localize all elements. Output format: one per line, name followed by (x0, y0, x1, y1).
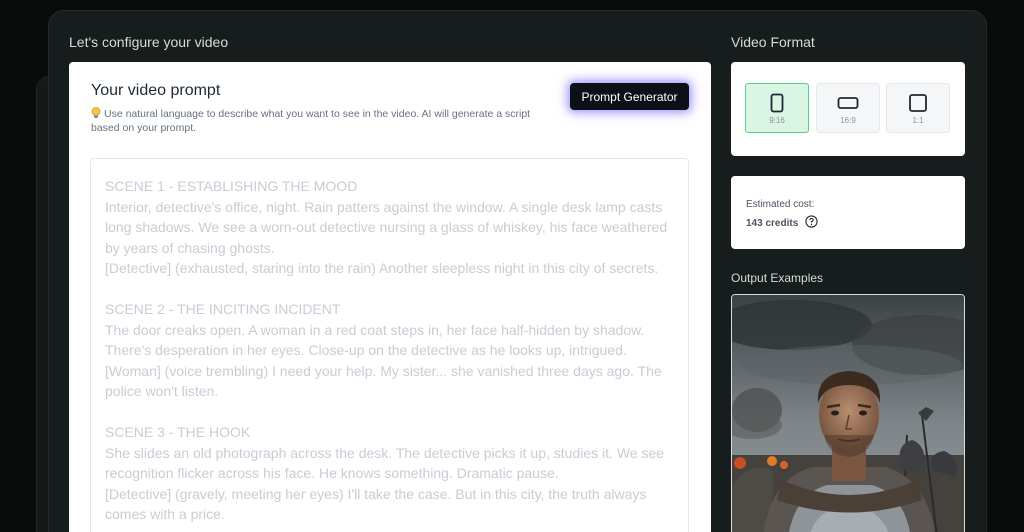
square-icon (909, 94, 927, 112)
format-label: 9:16 (769, 116, 785, 125)
prompt-heading: Your video prompt (91, 82, 221, 99)
prompt-textarea[interactable]: SCENE 1 - ESTABLISHING THE MOOD Interior… (90, 158, 689, 532)
lightbulb-icon (91, 107, 101, 119)
page-title: Let's configure your video (69, 34, 229, 50)
output-example-image[interactable] (731, 294, 965, 532)
video-format-title: Video Format (731, 34, 815, 50)
format-label: 16:9 (840, 116, 856, 125)
prompt-card: Your video prompt Use natural language t… (69, 62, 711, 532)
format-label: 1:1 (912, 116, 924, 125)
landscape-icon (837, 97, 859, 109)
prompt-generator-button[interactable]: Prompt Generator (570, 83, 689, 110)
output-examples-title: Output Examples (731, 271, 824, 285)
cost-value: 143 credits (746, 217, 799, 229)
format-option-16-9[interactable]: 16:9 (816, 83, 880, 133)
format-option-1-1[interactable]: 1:1 (886, 83, 950, 133)
help-icon[interactable] (805, 215, 818, 231)
video-format-card: 9:16 16:9 1:1 (731, 62, 965, 156)
prompt-hint-text: Use natural language to describe what yo… (91, 108, 531, 134)
prompt-text[interactable]: SCENE 1 - ESTABLISHING THE MOOD Interior… (91, 159, 688, 525)
estimated-cost-card: Estimated cost: 143 credits (731, 176, 965, 249)
prompt-hint: Use natural language to describe what yo… (91, 105, 561, 135)
portrait-icon (770, 93, 784, 113)
warrior-portrait-image (732, 295, 964, 532)
cost-label: Estimated cost: (746, 199, 815, 210)
cost-value-row: 143 credits (746, 215, 818, 231)
format-option-9-16[interactable]: 9:16 (745, 83, 809, 133)
